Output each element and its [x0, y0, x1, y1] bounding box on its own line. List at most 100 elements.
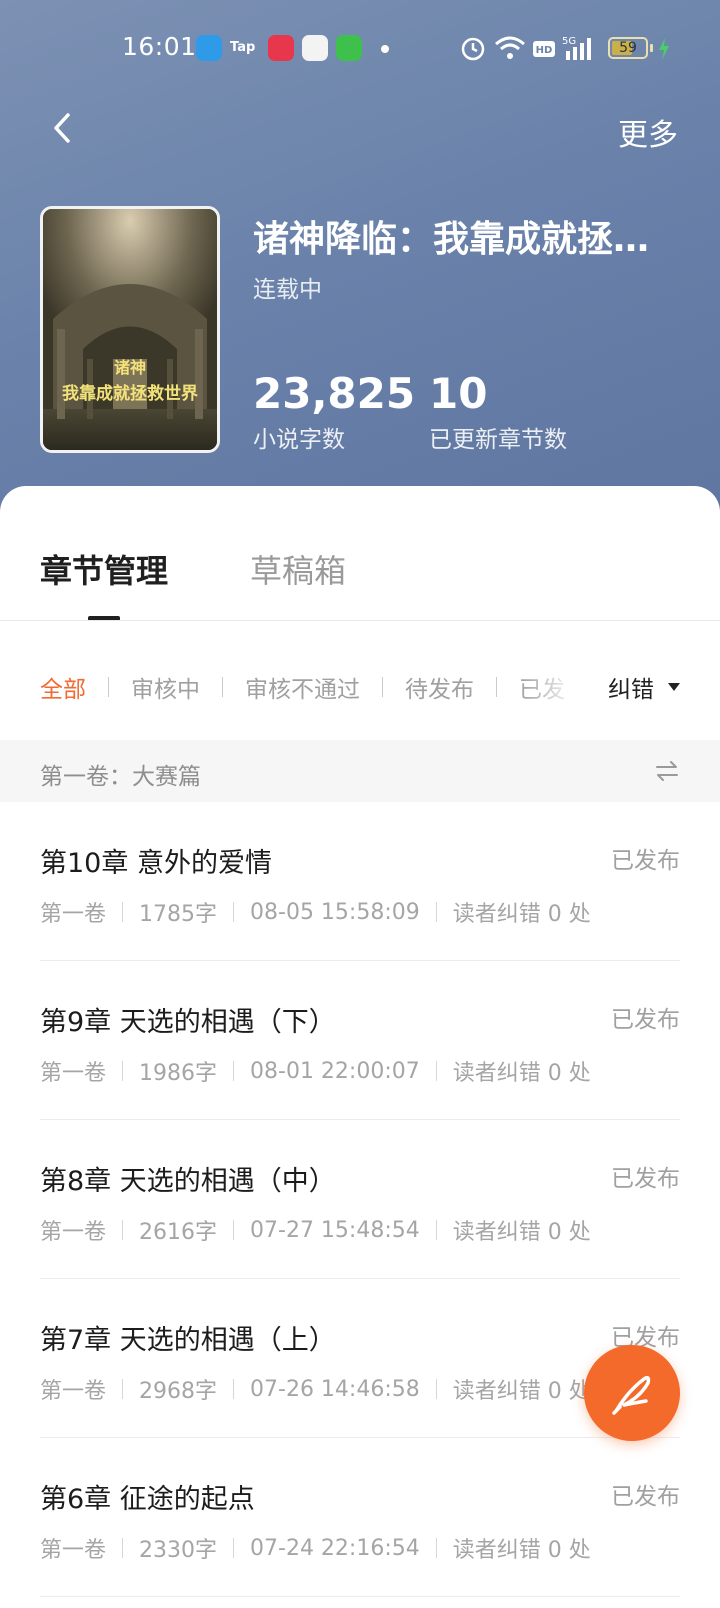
svg-text:HD: HD [536, 45, 553, 56]
tab-drafts[interactable]: 草稿箱 [250, 546, 346, 592]
svg-text:5G: 5G [562, 36, 576, 47]
chapter-volume: 第一卷 [40, 1379, 107, 1404]
meta-separator [435, 1379, 437, 1399]
chapter-status: 已发布 [611, 1166, 680, 1192]
chapter-corrections: 读者纠错 0 处 [452, 1061, 591, 1086]
tab-divider [0, 620, 720, 621]
signal-icon: 5G [562, 36, 591, 60]
chapter-volume: 第一卷 [40, 1538, 107, 1563]
book-cover[interactable]: 诸神 我靠成就拯救世界 [40, 206, 220, 453]
chapter-meta: 第一卷 2330字 07-24 22:16:54 读者纠错 0 处 [40, 1532, 591, 1564]
meta-separator [122, 1061, 124, 1081]
chapter-corrections: 读者纠错 0 处 [452, 902, 591, 927]
meta-separator [233, 1220, 235, 1240]
filter-separator [222, 677, 223, 697]
chapter-corrections: 读者纠错 0 处 [452, 1379, 591, 1404]
chapter-status: 已发布 [611, 1007, 680, 1033]
chapter-publish-time: 08-05 15:58:09 [250, 899, 420, 925]
tap-app-icon: Tap [230, 40, 256, 55]
meta-separator [233, 1379, 235, 1399]
meta-separator [435, 902, 437, 922]
caret-down-icon [668, 683, 680, 691]
meta-separator [233, 902, 235, 922]
chapter-status: 已发布 [611, 848, 680, 874]
app-notification-icon [196, 35, 222, 61]
book-header: 16:01 Tap HD 5G 59 更多 诸神 我靠成就拯救世界 诸神降临：我… [0, 0, 720, 520]
chapter-title: 第9章 天选的相遇（下） [40, 1007, 336, 1038]
write-chapter-button[interactable] [584, 1345, 680, 1441]
shop-app-icon [336, 35, 362, 61]
chapter-meta: 第一卷 2616字 07-27 15:48:54 读者纠错 0 处 [40, 1214, 591, 1246]
filter-scroll-fade [520, 656, 590, 716]
camera-app-icon [302, 35, 328, 61]
chapter-volume: 第一卷 [40, 902, 107, 927]
chapter-row[interactable]: 第6章 征途的起点 已发布 第一卷 2330字 07-24 22:16:54 读者纠错 0… [40, 1438, 680, 1597]
chapter-row[interactable]: 第9章 天选的相遇（下） 已发布 第一卷 1986字 08-01 22:00:07 读者纠… [40, 961, 680, 1120]
meta-separator [122, 1220, 124, 1240]
battery-percent: 59 [619, 40, 637, 56]
tab-chapter-management[interactable]: 章节管理 [40, 546, 168, 592]
chapter-volume: 第一卷 [40, 1061, 107, 1086]
cover-art-image: 诸神 我靠成就拯救世界 [43, 209, 217, 450]
chapter-volume: 第一卷 [40, 1220, 107, 1245]
chapter-meta: 第一卷 2968字 07-26 14:46:58 读者纠错 0 处 [40, 1373, 591, 1405]
cover-text-top: 诸神 [114, 358, 146, 377]
correction-label: 纠错 [608, 677, 654, 703]
filter-rejected[interactable]: 审核不通过 [245, 670, 360, 704]
status-time: 16:01 [122, 32, 197, 61]
volume-label: 第一卷：大赛篇 [40, 764, 201, 790]
meta-separator [435, 1538, 437, 1558]
meta-separator [122, 1538, 124, 1558]
chapter-word-count: 2616字 [139, 1220, 218, 1245]
chapter-publish-time: 07-26 14:46:58 [250, 1376, 420, 1402]
chapter-list: 第10章 意外的爱情 已发布 第一卷 1785字 08-05 15:58:09 读者纠错 … [0, 802, 720, 1597]
chapter-publish-time: 07-27 15:48:54 [250, 1217, 420, 1243]
meta-separator [122, 902, 124, 922]
filter-separator [496, 677, 497, 697]
sort-toggle-icon[interactable] [654, 758, 680, 784]
filter-under-review[interactable]: 审核中 [131, 670, 200, 704]
chapter-row[interactable]: 第10章 意外的爱情 已发布 第一卷 1785字 08-05 15:58:09 读者纠错 … [40, 802, 680, 961]
stat-chapter-count: 10 已更新章节数 [429, 370, 567, 454]
meta-separator [233, 1061, 235, 1081]
meta-separator [122, 1379, 124, 1399]
volume-header: 第一卷：大赛篇 [0, 740, 720, 802]
chapter-title: 第7章 天选的相遇（上） [40, 1325, 336, 1356]
hd-icon: HD [533, 41, 555, 57]
chapter-meta: 第一卷 1986字 08-01 22:00:07 读者纠错 0 处 [40, 1055, 591, 1087]
alarm-icon [461, 37, 485, 61]
cover-text-bottom: 我靠成就拯救世界 [62, 383, 198, 404]
status-bar: 16:01 Tap HD 5G 59 [0, 28, 720, 68]
charging-icon [659, 38, 669, 60]
chapter-word-count: 2330字 [139, 1538, 218, 1563]
filter-separator [382, 677, 383, 697]
video-app-icon [268, 35, 294, 61]
book-status: 连载中 [253, 277, 322, 303]
quill-pen-icon [612, 1375, 651, 1415]
chapter-row[interactable]: 第8章 天选的相遇（中） 已发布 第一卷 2616字 07-27 15:48:54 读者纠… [40, 1120, 680, 1279]
back-arrow-icon[interactable] [40, 105, 86, 151]
stat-word-count: 23,825 小说字数 [253, 370, 415, 454]
chapter-word-count: 2968字 [139, 1379, 218, 1404]
battery-tip [650, 44, 653, 52]
meta-separator [233, 1538, 235, 1558]
battery-indicator: 59 [608, 37, 648, 59]
book-title: 诸神降临：我靠成就拯救... [253, 219, 683, 260]
filter-pending-publish[interactable]: 待发布 [405, 670, 474, 704]
stat-chapter-count-value: 10 [429, 369, 488, 418]
stat-word-count-label: 小说字数 [253, 427, 345, 453]
stat-word-count-value: 23,825 [253, 369, 416, 418]
wifi-icon [495, 36, 525, 59]
chapter-corrections: 读者纠错 0 处 [452, 1220, 591, 1245]
chapter-meta: 第一卷 1785字 08-05 15:58:09 读者纠错 0 处 [40, 896, 591, 928]
chapter-status: 已发布 [611, 1484, 680, 1510]
meta-separator [435, 1220, 437, 1240]
chapter-title: 第10章 意外的爱情 [40, 848, 272, 879]
filter-all[interactable]: 全部 [40, 670, 86, 704]
filter-separator [108, 677, 109, 697]
meta-separator [435, 1061, 437, 1081]
status-filter-row: 全部 审核中 审核不通过 待发布 已发 [40, 670, 565, 704]
more-button[interactable]: 更多 [618, 110, 678, 154]
chapter-publish-time: 08-01 22:00:07 [250, 1058, 420, 1084]
correction-dropdown[interactable]: 纠错 [608, 670, 680, 704]
